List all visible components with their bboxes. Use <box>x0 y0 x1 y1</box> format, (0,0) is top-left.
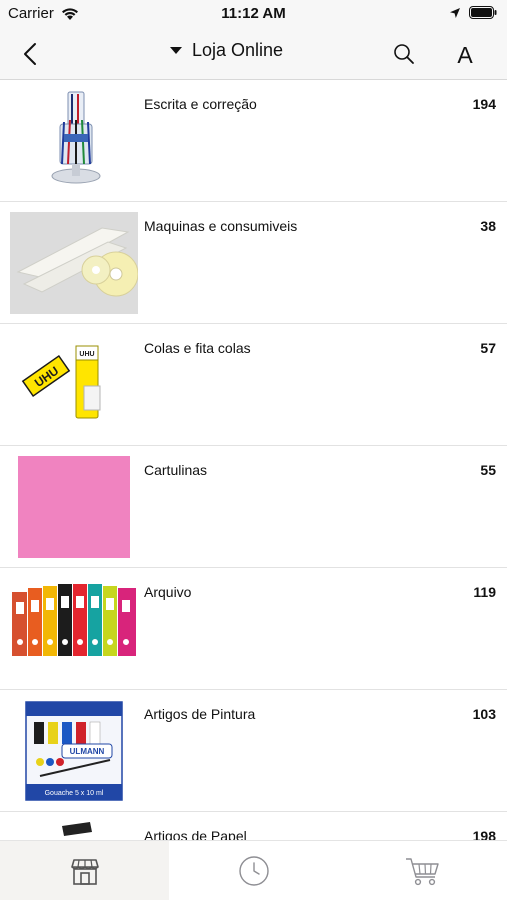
category-label: Artigos de Papel <box>144 828 247 840</box>
category-label: Artigos de Pintura <box>144 706 256 722</box>
category-label: Cartulinas <box>144 462 208 478</box>
status-right-group <box>449 6 497 19</box>
pen-display-stand-image <box>51 91 101 184</box>
category-label: Maquinas e consumiveis <box>144 218 298 234</box>
pink-card-image <box>10 456 138 558</box>
paper-item-image <box>62 822 92 836</box>
paper-rolls-image <box>10 212 138 314</box>
location-arrow-icon <box>450 7 460 18</box>
tab-bar <box>0 840 507 900</box>
category-count: 194 <box>472 96 496 112</box>
category-row-escrita[interactable]: Escrita e correção 194 <box>0 80 507 202</box>
category-count: 57 <box>480 340 496 356</box>
store-selector[interactable]: Loja Online <box>170 40 283 61</box>
category-row-pintura[interactable]: ULMANN Gouache 5 x 10 ml Artigos de Pint… <box>0 690 507 812</box>
category-row-arquivo[interactable]: Arquivo 119 <box>0 568 507 690</box>
tab-shop[interactable] <box>0 841 169 900</box>
status-time: 11:12 AM <box>221 5 286 22</box>
category-count: 55 <box>480 462 496 478</box>
category-row-cartulinas[interactable]: Cartulinas 55 <box>0 446 507 568</box>
search-icon <box>394 44 414 64</box>
category-list: Escrita e correção 194 Maquinas e consum… <box>0 80 507 840</box>
colored-binders-image <box>12 584 136 656</box>
battery-icon <box>469 6 497 19</box>
category-count: 198 <box>472 828 496 840</box>
category-label: Colas e fita colas <box>144 340 251 356</box>
tab-cart[interactable] <box>338 841 507 900</box>
uhu-stick-text: UHU <box>79 351 94 358</box>
gouache-paint-set-image: ULMANN Gouache 5 x 10 ml <box>25 701 123 801</box>
gouache-label-text: Gouache 5 x 10 ml <box>45 790 104 797</box>
category-count: 38 <box>480 218 496 234</box>
navigation-bar: Loja Online A <box>0 28 507 80</box>
caret-down-icon <box>170 46 182 54</box>
category-count: 103 <box>472 706 496 722</box>
cart-icon <box>405 858 439 886</box>
back-button[interactable] <box>14 38 46 70</box>
tab-history[interactable] <box>169 841 338 900</box>
page-title: Loja Online <box>192 40 284 60</box>
font-size-button[interactable]: A <box>450 38 480 72</box>
category-row-maquinas[interactable]: Maquinas e consumiveis 38 <box>0 202 507 324</box>
category-label: Escrita e correção <box>144 96 257 112</box>
category-row-colas[interactable]: UHU UHU Colas e fita colas 57 <box>0 324 507 446</box>
search-button[interactable] <box>388 38 420 70</box>
storefront-icon <box>70 859 99 885</box>
chevron-left-icon <box>24 43 36 65</box>
category-row-papel[interactable]: Artigos de Papel 198 <box>0 812 507 840</box>
clock-icon <box>238 856 269 886</box>
ulmann-brand-text: ULMANN <box>70 747 105 756</box>
category-label: Arquivo <box>144 584 192 600</box>
category-count: 119 <box>473 584 496 600</box>
uhu-glue-sticks-image: UHU UHU <box>21 345 101 419</box>
status-bar: Carrier 11:12 AM <box>0 0 507 28</box>
